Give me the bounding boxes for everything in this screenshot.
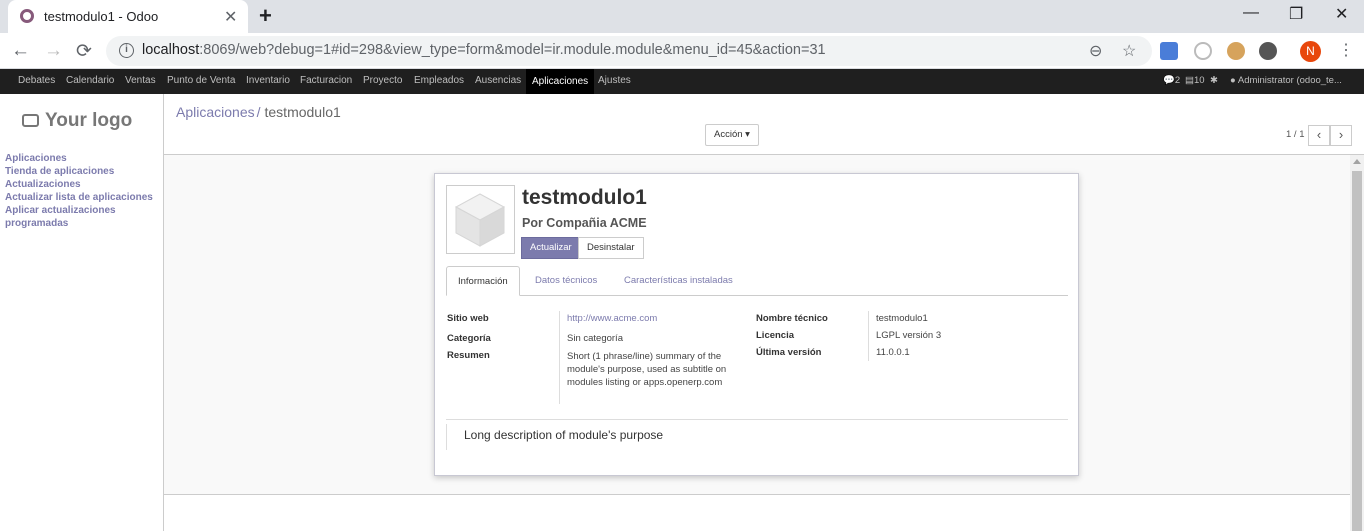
form-tabs: Información Datos técnicos Característic… xyxy=(446,266,1068,296)
field-separator xyxy=(868,311,869,361)
restore-button[interactable]: ❐ xyxy=(1289,4,1303,24)
back-icon[interactable]: ← xyxy=(11,40,30,62)
pager-value[interactable]: 1 / 1 xyxy=(1286,129,1305,140)
control-panel: Aplicaciones / testmodulo1 Acción ▾ 1 / 1 … xyxy=(164,94,1364,155)
user-menu[interactable]: ● Administrator (odoo_te... xyxy=(1230,75,1342,86)
value-resumen: Short (1 phrase/line) summary of the mod… xyxy=(567,351,727,388)
value-licencia: LGPL versión 3 xyxy=(876,330,942,341)
scrollbar[interactable] xyxy=(1350,155,1364,531)
value-sitio-web[interactable]: http://www.acme.com xyxy=(567,313,657,324)
sidebar-item-aplicar-actualizaciones[interactable]: Aplicar actualizaciones programadas xyxy=(5,204,160,230)
zoom-icon[interactable]: ⊖ xyxy=(1089,41,1102,61)
site-info-icon[interactable]: i xyxy=(119,43,134,58)
menu-aplicaciones[interactable]: Aplicaciones xyxy=(526,69,595,94)
pager-previous-button[interactable]: ‹ xyxy=(1308,125,1330,146)
label-licencia: Licencia xyxy=(756,330,795,341)
label-ultima-version: Última versión xyxy=(756,347,822,358)
pager-next-button[interactable]: › xyxy=(1330,125,1352,146)
sidebar-item-actualizar-lista[interactable]: Actualizar lista de aplicaciones xyxy=(5,191,160,204)
cookie-extension-icon[interactable] xyxy=(1227,42,1245,60)
messages-icon[interactable]: 💬2 xyxy=(1163,75,1180,86)
uninstall-button[interactable]: Desinstalar xyxy=(578,237,644,259)
activities-count: 10 xyxy=(1193,75,1205,86)
sidebar-item-tienda[interactable]: Tienda de aplicaciones xyxy=(5,165,160,178)
user-name: Administrator (odoo_te... xyxy=(1237,75,1342,86)
description-border xyxy=(446,424,447,450)
address-bar[interactable]: i localhost:8069/web?debug=1#id=298&view… xyxy=(106,36,1152,66)
tab-informacion[interactable]: Información xyxy=(446,266,520,296)
tab-datos-tecnicos[interactable]: Datos técnicos xyxy=(524,266,608,296)
translate-extension-icon[interactable] xyxy=(1160,42,1178,60)
label-resumen: Resumen xyxy=(447,350,490,361)
extension-icon[interactable] xyxy=(1194,42,1212,60)
menu-calendario[interactable]: Calendario xyxy=(66,75,114,86)
odoo-favicon-icon xyxy=(20,9,34,23)
browser-toolbar: ← → ⟳ i localhost:8069/web?debug=1#id=29… xyxy=(0,33,1364,69)
messages-count: 2 xyxy=(1174,75,1181,86)
value-nombre-tecnico: testmodulo1 xyxy=(876,313,928,324)
tab-title: testmodulo1 - Odoo xyxy=(44,9,159,24)
label-categoria: Categoría xyxy=(447,333,491,344)
field-separator xyxy=(559,311,560,404)
menu-empleados[interactable]: Empleados xyxy=(414,75,464,86)
profile-avatar[interactable]: N xyxy=(1300,41,1321,62)
module-title: testmodulo1 xyxy=(522,186,647,209)
browser-tab[interactable]: testmodulo1 - Odoo ✕ xyxy=(8,0,248,33)
menu-inventario[interactable]: Inventario xyxy=(246,75,290,86)
tab-close-icon[interactable]: ✕ xyxy=(224,7,237,27)
sidebar-item-actualizaciones[interactable]: Actualizaciones xyxy=(5,178,160,191)
menu-ventas[interactable]: Ventas xyxy=(125,75,156,86)
menu-debates[interactable]: Debates xyxy=(18,75,55,86)
value-ultima-version: 11.0.0.1 xyxy=(876,347,910,358)
module-description: Long description of module's purpose xyxy=(464,428,664,442)
action-dropdown-button[interactable]: Acción ▾ xyxy=(705,124,759,146)
minimize-button[interactable]: — xyxy=(1243,4,1259,22)
extension-circle-icon[interactable] xyxy=(1259,42,1277,60)
module-author: Por Compañia ACME xyxy=(522,216,647,230)
menu-facturacion[interactable]: Facturacion xyxy=(300,75,352,86)
activities-icon[interactable]: ▤10 xyxy=(1185,75,1205,86)
forward-icon[interactable]: → xyxy=(44,40,63,62)
label-nombre-tecnico: Nombre técnico xyxy=(756,313,828,324)
new-tab-button[interactable]: + xyxy=(259,3,272,29)
debug-bug-icon[interactable]: ✱ xyxy=(1210,75,1218,86)
value-categoria: Sin categoría xyxy=(567,333,623,344)
breadcrumb-current: testmodulo1 xyxy=(264,104,341,120)
form-sheet: testmodulo1 Por Compañia ACME Actualizar… xyxy=(434,173,1079,476)
menu-ajustes[interactable]: Ajustes xyxy=(598,75,631,86)
scroll-up-icon[interactable] xyxy=(1353,159,1361,164)
menu-proyecto[interactable]: Proyecto xyxy=(363,75,402,86)
sidebar-item-aplicaciones[interactable]: Aplicaciones xyxy=(5,152,160,165)
menu-ausencias[interactable]: Ausencias xyxy=(475,75,521,86)
sidebar-links: Aplicaciones Tienda de aplicaciones Actu… xyxy=(5,152,160,230)
reload-icon[interactable]: ⟳ xyxy=(76,40,92,63)
scrollbar-thumb[interactable] xyxy=(1352,171,1362,531)
update-button[interactable]: Actualizar xyxy=(521,237,581,259)
url-text: localhost:8069/web?debug=1#id=298&view_t… xyxy=(142,42,826,58)
company-logo: Your logo xyxy=(22,110,132,132)
sidebar: Your logo Aplicaciones Tienda de aplicac… xyxy=(0,94,164,531)
module-icon xyxy=(446,185,515,254)
description-divider xyxy=(446,419,1068,420)
menu-punto-de-venta[interactable]: Punto de Venta xyxy=(167,75,235,86)
bookmark-star-icon[interactable]: ☆ xyxy=(1122,41,1136,61)
browser-menu-icon[interactable]: ⋮ xyxy=(1338,40,1354,60)
browser-tabstrip: testmodulo1 - Odoo ✕ + — ❐ ✕ xyxy=(0,0,1364,33)
odoo-main-menu: Debates Calendario Ventas Punto de Venta… xyxy=(0,69,1364,94)
camera-icon xyxy=(22,114,39,127)
breadcrumb: Aplicaciones / testmodulo1 xyxy=(176,104,341,120)
tab-caracteristicas-instaladas[interactable]: Características instaladas xyxy=(613,266,744,296)
label-sitio-web: Sitio web xyxy=(447,313,489,324)
breadcrumb-parent[interactable]: Aplicaciones xyxy=(176,104,255,120)
close-window-button[interactable]: ✕ xyxy=(1335,4,1348,24)
